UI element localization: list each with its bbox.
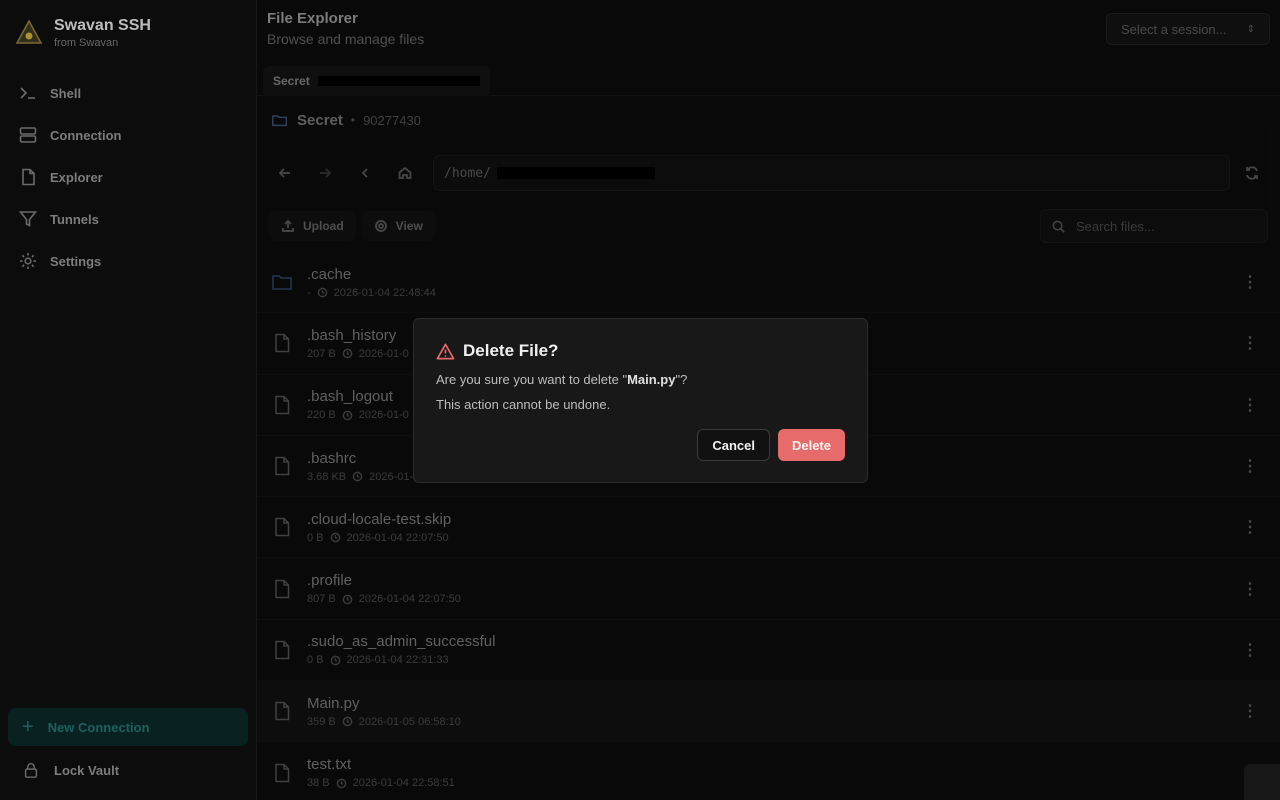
dialog-message-suffix: "?: [675, 372, 688, 387]
dialog-title: Delete File?: [463, 341, 559, 360]
cancel-button[interactable]: Cancel: [697, 429, 770, 461]
dialog-message-prefix: Are you sure you want to delete ": [436, 372, 628, 387]
app-root: Swavan SSH from Swavan Shell Connection …: [0, 0, 1280, 800]
dialog-filename: Main.py: [627, 372, 676, 387]
delete-confirm-dialog: Delete File? Are you sure you want to de…: [413, 318, 868, 483]
warning-icon: [436, 343, 455, 359]
delete-button[interactable]: Delete: [777, 429, 845, 461]
dialog-warning: This action cannot be undone.: [436, 397, 611, 412]
dialog-message: Are you sure you want to delete "Main.py…: [436, 372, 845, 387]
